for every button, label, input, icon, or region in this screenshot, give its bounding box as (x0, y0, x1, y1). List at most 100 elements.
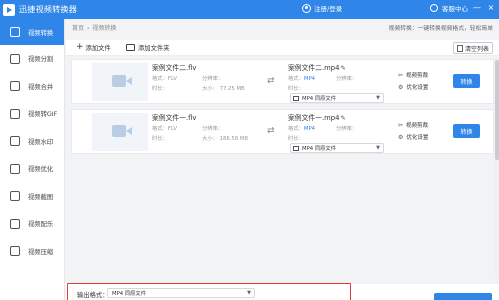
folder-icon (126, 44, 135, 51)
toolbar: + 添加文件 添加文件夹 清空列表 (66, 40, 499, 56)
sidebar-item-video-screenshot[interactable]: 视频截图 (0, 183, 64, 211)
chevron-down-icon: ▼ (376, 145, 380, 151)
scrollbar-thumb[interactable] (495, 60, 499, 160)
output-duration: 时长： (288, 86, 304, 92)
pencil-icon[interactable]: ✎ (340, 64, 345, 72)
sidebar-item-label: 视频分割 (28, 56, 54, 64)
login-button[interactable]: 注册/登录 (302, 3, 342, 13)
breadcrumb-current: 视频转换 (92, 25, 117, 32)
minimize-button[interactable]: — (472, 4, 482, 12)
output-format-box: 输出格式： MP4 同原文件 ▼ (67, 283, 351, 300)
settings-icon: ⚙ (398, 83, 404, 91)
chevron-down-icon: ▼ (247, 290, 251, 296)
file-row: 案例文件一.flv 格式：FLV 分辨率： 时长： 大小： 186.58 MB … (71, 109, 494, 154)
breadcrumb-separator-icon: › (87, 25, 90, 32)
convert-button[interactable]: 转换 (453, 124, 480, 138)
output-format: 格式：MP4 (288, 76, 316, 82)
format-select[interactable]: MP4 同原文件 ▼ (290, 93, 384, 103)
add-file-label: 添加文件 (85, 45, 111, 52)
app-logo-icon (3, 3, 15, 16)
source-duration: 时长： (152, 136, 168, 142)
video-convert-icon (10, 27, 20, 37)
watermark-icon (10, 136, 20, 147)
sidebar-item-video-compress[interactable]: 视频压缩 (0, 238, 64, 266)
output-format-label: 输出格式： (77, 292, 109, 299)
sidebar-item-label: 视频截图 (28, 193, 54, 201)
titlebar-actions: 客服中心 — × (430, 3, 496, 13)
service-center-button[interactable]: 客服中心 (442, 3, 468, 13)
optimize-settings-button[interactable]: ⚙ 优化设置 (398, 133, 428, 142)
source-resolution: 分辨率： (202, 76, 224, 82)
plus-icon: + (76, 42, 84, 52)
login-label: 注册/登录 (314, 5, 343, 13)
app-title: 迅捷视频转换器 (19, 5, 78, 14)
screenshot-icon (10, 191, 20, 202)
scissors-icon: ✂ (398, 71, 404, 79)
sidebar-item-label: 视频合并 (28, 83, 54, 91)
page-tip: 视频转换：一键转换视频格式，轻松简单 (388, 26, 493, 32)
merge-icon (10, 81, 20, 92)
source-duration: 时长： (152, 86, 168, 92)
output-file-name: 案例文件一.mp4✎ (288, 114, 346, 122)
convert-arrow-icon: ⇄ (267, 126, 275, 136)
output-format-select[interactable]: MP4 同原文件 ▼ (107, 288, 255, 298)
source-format: 格式：FLV (152, 126, 177, 132)
source-file-name: 案例文件一.flv (152, 114, 197, 122)
optimize-icon (10, 163, 20, 174)
video-camera-icon (112, 75, 132, 87)
source-resolution: 分辨率： (202, 126, 224, 132)
sidebar-item-label: 视频压缩 (28, 248, 54, 256)
clear-list-button[interactable]: 清空列表 (452, 42, 493, 54)
music-icon (10, 218, 20, 229)
app-window: 迅捷视频转换器 注册/登录 客服中心 — × 视频转换 视频分割 视频合并 视频… (0, 0, 499, 300)
video-camera-icon (112, 125, 132, 137)
convert-all-button[interactable] (434, 293, 492, 300)
video-format-icon (293, 145, 299, 151)
chevron-down-icon: ▼ (376, 95, 380, 101)
format-select[interactable]: MP4 同原文件 ▼ (290, 143, 384, 153)
video-cut-button[interactable]: ✂ 视频剪裁 (398, 71, 428, 80)
sidebar-item-label: 视频优化 (28, 166, 54, 174)
convert-arrow-icon: ⇄ (267, 76, 275, 86)
video-cut-button[interactable]: ✂ 视频剪裁 (398, 121, 428, 130)
compress-icon (10, 246, 20, 257)
settings-icon: ⚙ (398, 133, 404, 141)
sidebar-item-video-split[interactable]: 视频分割 (0, 45, 64, 73)
output-resolution: 分辨率： (336, 76, 358, 82)
breadcrumb-home[interactable]: 首页 (72, 25, 84, 32)
video-thumbnail (92, 63, 148, 101)
sidebar-item-label: 视频转换 (28, 29, 54, 37)
scissors-icon: ✂ (398, 121, 404, 129)
headset-icon (430, 4, 438, 12)
sidebar-item-video-music[interactable]: 视频配乐 (0, 210, 64, 238)
sidebar-item-video-watermark[interactable]: 视频水印 (0, 128, 64, 156)
optimize-settings-button[interactable]: ⚙ 优化设置 (398, 83, 428, 92)
add-folder-button[interactable]: 添加文件夹 (126, 43, 169, 52)
video-thumbnail (92, 113, 148, 151)
source-size: 大小： 77.25 MB (202, 86, 245, 92)
output-format: 格式：MP4 (288, 126, 316, 132)
source-format: 格式：FLV (152, 76, 177, 82)
video-format-icon (293, 95, 299, 101)
user-icon (302, 3, 311, 13)
add-file-button[interactable]: + 添加文件 (76, 42, 111, 53)
sidebar-item-video-gif[interactable]: 视频转GIF (0, 100, 64, 128)
breadcrumb: 首页 › 视频转换 (72, 23, 116, 32)
trash-icon (456, 44, 463, 52)
gif-icon (10, 108, 20, 119)
sidebar-item-video-merge[interactable]: 视频合并 (0, 73, 64, 101)
sidebar-item-label: 视频转GIF (28, 111, 58, 119)
sidebar-item-label: 视频水印 (28, 138, 54, 146)
source-file-name: 案例文件二.flv (152, 64, 197, 72)
file-row: 案例文件二.flv 格式：FLV 分辨率： 时长： 大小： 77.25 MB ⇄… (71, 59, 494, 104)
sidebar-item-video-convert[interactable]: 视频转换 (0, 19, 64, 45)
output-duration: 时长： (288, 136, 304, 142)
split-icon (10, 53, 20, 64)
close-button[interactable]: × (486, 4, 496, 12)
convert-button[interactable]: 转换 (453, 74, 480, 88)
clear-list-label: 清空列表 (464, 45, 489, 53)
source-size: 大小： 186.58 MB (202, 136, 249, 142)
output-file-name: 案例文件二.mp4✎ (288, 64, 346, 72)
pencil-icon[interactable]: ✎ (340, 114, 345, 122)
sidebar-item-video-optimize[interactable]: 视频优化 (0, 155, 64, 183)
